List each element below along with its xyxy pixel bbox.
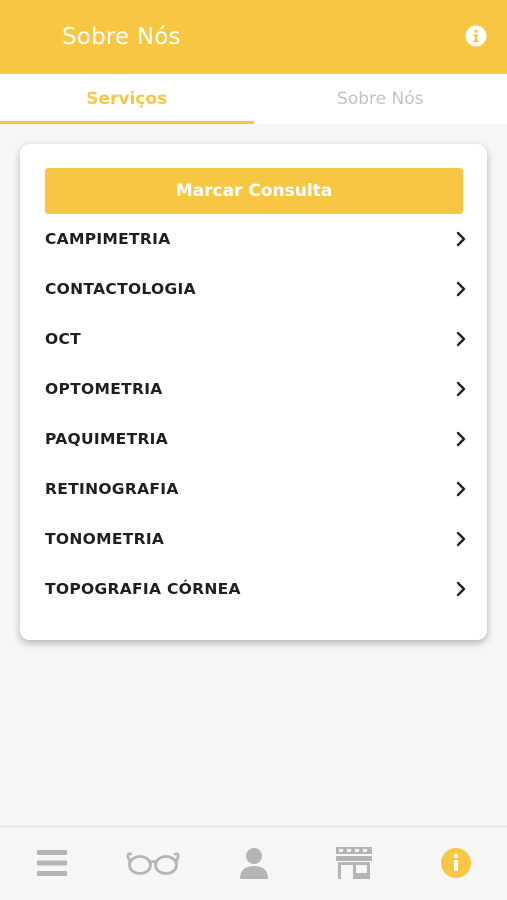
chevron-right-icon <box>456 281 466 297</box>
list-item[interactable]: OCT <box>20 314 487 364</box>
page-title: Sobre Nós <box>62 24 181 50</box>
list-item[interactable]: PAQUIMETRIA <box>20 414 487 464</box>
services-card: Marcar Consulta CAMPIMETRIA CONTACTOLOGI… <box>20 144 487 640</box>
nav-profile-button[interactable] <box>234 843 274 883</box>
list-item-label: CAMPIMETRIA <box>45 230 171 248</box>
list-item-label: OPTOMETRIA <box>45 380 163 398</box>
nav-info-button[interactable] <box>436 843 476 883</box>
list-item-label: PAQUIMETRIA <box>45 430 169 448</box>
list-item-label: CONTACTOLOGIA <box>45 280 196 298</box>
list-item-label: TONOMETRIA <box>45 530 165 548</box>
chevron-right-icon <box>456 231 466 247</box>
nav-glasses-button[interactable] <box>124 843 182 883</box>
bottom-nav <box>0 826 507 900</box>
list-item[interactable]: TOPOGRAFIA CÓRNEA <box>20 564 487 614</box>
chevron-right-icon <box>456 481 466 497</box>
list-item-label: RETINOGRAFIA <box>45 480 179 498</box>
services-list: CAMPIMETRIA CONTACTOLOGIA OCT OPTOMETRIA… <box>20 214 487 614</box>
chevron-right-icon <box>456 581 466 597</box>
info-circle-icon[interactable] <box>465 25 487 47</box>
store-icon <box>336 847 372 879</box>
chevron-right-icon <box>456 331 466 347</box>
chevron-right-icon <box>456 431 466 447</box>
glasses-icon <box>126 852 180 875</box>
tab-servicos[interactable]: Serviços <box>0 74 254 124</box>
list-item[interactable]: TONOMETRIA <box>20 514 487 564</box>
nav-store-button[interactable] <box>334 843 374 883</box>
list-item-label: TOPOGRAFIA CÓRNEA <box>45 580 241 598</box>
nav-menu-button[interactable] <box>32 843 72 883</box>
list-item-label: OCT <box>45 330 82 348</box>
info-icon <box>441 848 471 878</box>
list-item[interactable]: OPTOMETRIA <box>20 364 487 414</box>
menu-icon <box>37 850 67 876</box>
tab-sobre-nos[interactable]: Sobre Nós <box>254 74 507 124</box>
list-item[interactable]: RETINOGRAFIA <box>20 464 487 514</box>
list-item[interactable]: CAMPIMETRIA <box>20 214 487 264</box>
chevron-right-icon <box>456 381 466 397</box>
user-icon <box>240 848 268 879</box>
chevron-right-icon <box>456 531 466 547</box>
book-appointment-button[interactable]: Marcar Consulta <box>45 168 463 214</box>
app-header: Sobre Nós <box>0 0 507 74</box>
list-item[interactable]: CONTACTOLOGIA <box>20 264 487 314</box>
tab-bar: Serviços Sobre Nós <box>0 74 507 124</box>
